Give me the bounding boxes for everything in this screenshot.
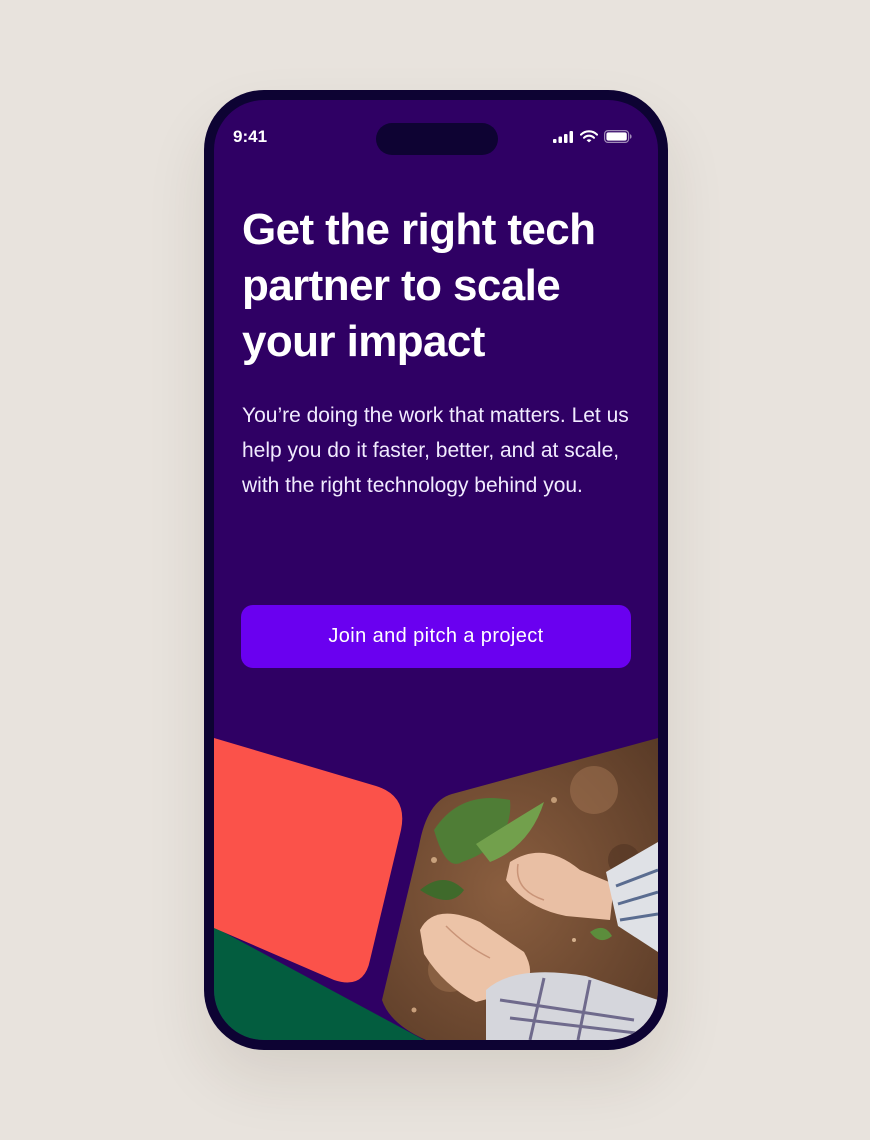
hero-illustration <box>214 738 658 1040</box>
photo-tile <box>382 738 658 1040</box>
phone-frame: 9:41 Get the right tech partner to scale… <box>204 90 668 1050</box>
phone-screen: 9:41 Get the right tech partner to scale… <box>214 100 658 1040</box>
